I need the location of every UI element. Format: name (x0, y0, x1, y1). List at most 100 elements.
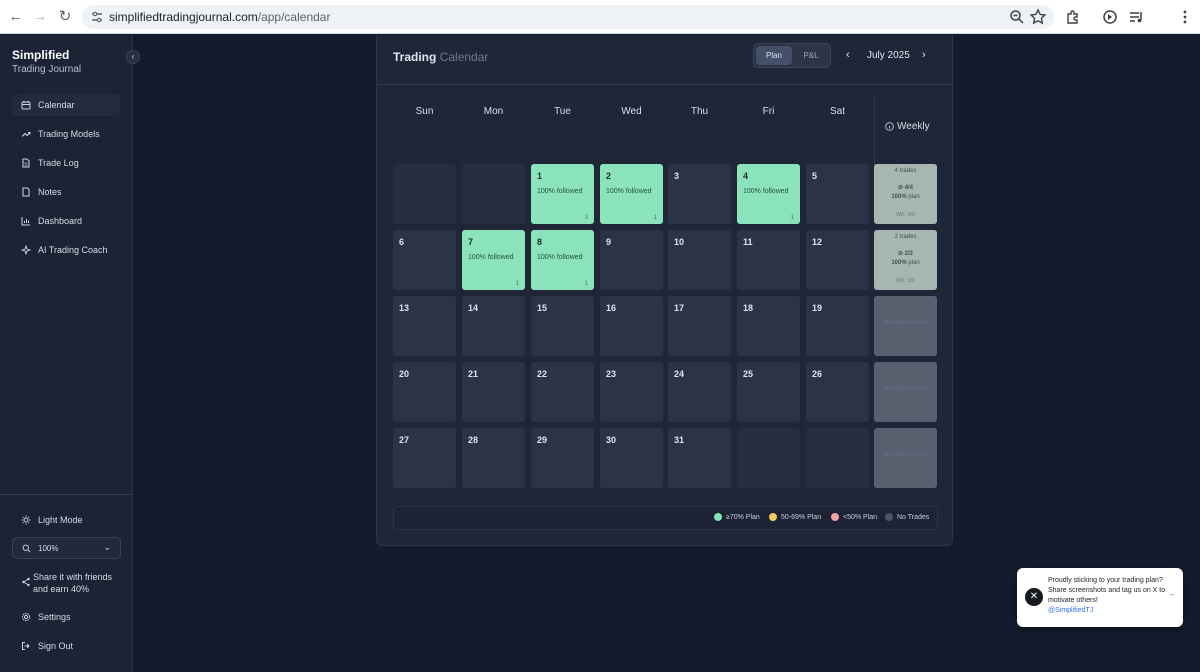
calendar-day-25[interactable]: 25 (737, 362, 800, 422)
reload-icon[interactable]: ↻ (56, 8, 74, 26)
calendar-day-11[interactable]: 11 (737, 230, 800, 290)
legend-item: <50% Plan (831, 513, 877, 521)
page-title: Trading Calendar (393, 50, 488, 64)
forward-arrow-icon[interactable]: → (31, 8, 49, 26)
calendar-day-17[interactable]: 17 (668, 296, 731, 356)
calendar-day-19[interactable]: 19 (806, 296, 869, 356)
close-icon[interactable]: ✕ (1025, 588, 1043, 606)
info-icon[interactable] (885, 122, 894, 131)
url-path: /app/calendar (257, 10, 331, 24)
calendar-day-9[interactable]: 9 (600, 230, 663, 290)
zoom-select[interactable]: 100% ⌄ (12, 537, 121, 559)
bookmark-star-icon[interactable] (1029, 8, 1047, 26)
sidebar-item-ai-trading-coach[interactable]: AI Trading Coach (12, 239, 120, 261)
day-number: 2 (606, 171, 612, 181)
title-main: Trading (393, 50, 437, 64)
zoom-icon (22, 544, 31, 553)
sidebar-item-label: Trading Models (38, 129, 100, 139)
calendar-day-8[interactable]: 8 100% followed 1 (531, 230, 594, 290)
calendar-icon (21, 101, 31, 110)
back-arrow-icon[interactable]: ← (7, 8, 25, 26)
day-number: 9 (606, 237, 612, 247)
plan-followed-status: 100% followed (537, 254, 583, 261)
day-number: 25 (743, 369, 754, 379)
previous-month-button[interactable]: ‹ (846, 49, 856, 61)
sidebar-item-label: Notes (38, 187, 62, 197)
weekly-summary-3: No trades this week (874, 296, 937, 356)
weekly-plan-word: plan (908, 260, 920, 266)
calendar-day-27[interactable]: 27 (393, 428, 456, 488)
calendar-day-20[interactable]: 20 (393, 362, 456, 422)
sidebar-item-label: Dashboard (38, 216, 83, 226)
month-label: July 2025 (867, 50, 910, 61)
sidebar-item-label: AI Trading Coach (38, 245, 108, 255)
weekly-summary-5: No trades this week (874, 428, 937, 488)
settings-label: Settings (38, 612, 71, 622)
toast-handle-link[interactable]: @SimplifiedTJ (1048, 607, 1093, 614)
calendar-day-13[interactable]: 13 (393, 296, 456, 356)
calendar-day-26[interactable]: 26 (806, 362, 869, 422)
weekly-summary-1: 4 trades ⊘ 4/4 100% plan W/L: 4/0 (874, 164, 937, 224)
calendar-day-31[interactable]: 31 (668, 428, 731, 488)
trade-count: 1 (653, 215, 657, 221)
calendar-day-16[interactable]: 16 (600, 296, 663, 356)
calendar-day-7[interactable]: 7 100% followed 1 (462, 230, 525, 290)
weekly-plan-pct: 100% plan (874, 260, 937, 266)
calendar-day-6[interactable]: 6 (393, 230, 456, 290)
sign-out-link[interactable]: Sign Out (12, 641, 73, 651)
extension-sync-icon[interactable] (1101, 8, 1119, 26)
next-month-button[interactable]: › (922, 49, 932, 61)
calendar-day-30[interactable]: 30 (600, 428, 663, 488)
day-number: 13 (399, 303, 410, 313)
sidebar-item-dashboard[interactable]: Dashboard (12, 210, 120, 232)
calendar-day-29[interactable]: 29 (531, 428, 594, 488)
document-icon (22, 158, 30, 168)
calendar-day-4[interactable]: 4 100% followed 1 (737, 164, 800, 224)
site-info-icon[interactable] (90, 10, 104, 24)
minimize-icon[interactable]: – (1170, 590, 1174, 599)
calendar-day-1[interactable]: 1 100% followed 3 (531, 164, 594, 224)
weekly-trade-count: 2 trades (894, 234, 917, 240)
more-vertical-icon[interactable] (1176, 8, 1194, 26)
plan-toggle-button[interactable]: Plan (756, 46, 792, 65)
sidebar-item-trading-models[interactable]: Trading Models (12, 123, 120, 145)
pnl-toggle-button[interactable]: P&L (794, 46, 828, 65)
calendar-day-14[interactable]: 14 (462, 296, 525, 356)
sign-out-label: Sign Out (38, 641, 74, 651)
sidebar-collapse-button[interactable]: ‹ (126, 50, 140, 64)
zoom-icon[interactable] (1008, 8, 1026, 26)
calendar-day-24[interactable]: 24 (668, 362, 731, 422)
sidebar-item-notes[interactable]: Notes (12, 181, 120, 203)
calendar-day-23[interactable]: 23 (600, 362, 663, 422)
calendar-day-12[interactable]: 12 (806, 230, 869, 290)
day-number: 27 (399, 435, 410, 445)
sidebar-item-label: Calendar (38, 100, 75, 110)
weekly-summary-4: No trades this week (874, 362, 937, 422)
calendar-day-18[interactable]: 18 (737, 296, 800, 356)
sign-out-icon (22, 642, 30, 650)
media-queue-icon[interactable] (1127, 8, 1145, 26)
calendar-day-28[interactable]: 28 (462, 428, 525, 488)
calendar-day-3[interactable]: 3 (668, 164, 731, 224)
calendar-day-21[interactable]: 21 (462, 362, 525, 422)
light-mode-toggle[interactable]: Light Mode (12, 515, 83, 525)
light-mode-label: Light Mode (38, 515, 83, 525)
weekly-plan-word: plan (908, 194, 920, 200)
sidebar-item-calendar[interactable]: Calendar (12, 94, 120, 116)
calendar-day-10[interactable]: 10 (668, 230, 731, 290)
calendar-day-22[interactable]: 22 (531, 362, 594, 422)
calendar-day-5[interactable]: 5 (806, 164, 869, 224)
weekday-header-thu: Thu (690, 106, 709, 117)
trade-count: 1 (515, 281, 519, 287)
trade-count: 3 (584, 215, 588, 221)
extensions-icon[interactable] (1064, 8, 1082, 26)
calendar-day-15[interactable]: 15 (531, 296, 594, 356)
address-bar[interactable]: simplifiedtradingjournal.com/app/calenda… (82, 5, 1054, 29)
share-referral-link[interactable]: Share it with friends and earn 40% (33, 571, 121, 595)
legend-item: 50-69% Plan (769, 513, 821, 521)
settings-link[interactable]: Settings (12, 612, 71, 622)
sidebar-item-trade-log[interactable]: Trade Log (12, 152, 120, 174)
calendar-day-2[interactable]: 2 100% followed 1 (600, 164, 663, 224)
share-icon (22, 577, 30, 587)
plan-followed-status: 100% followed (537, 188, 583, 195)
